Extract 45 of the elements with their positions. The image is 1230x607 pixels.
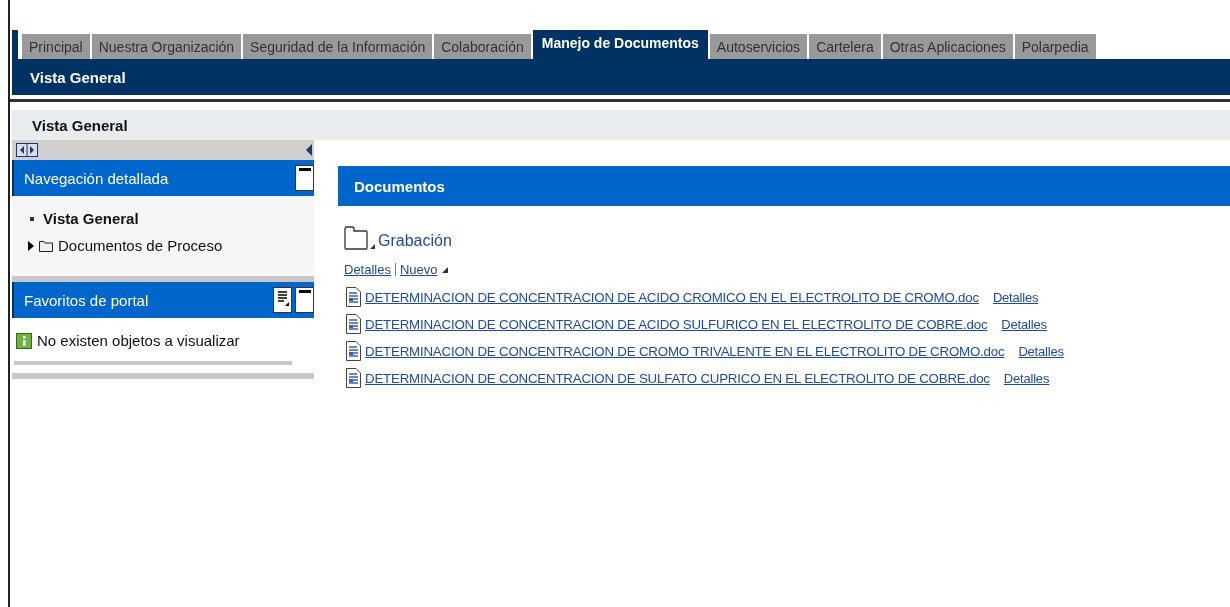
details-link[interactable]: Detalles <box>1018 343 1064 359</box>
nav-tab[interactable]: Polarpedia <box>1014 34 1096 59</box>
document-link[interactable]: DETERMINACION DE CONCENTRACION DE ACIDO SULFURICO EN EL ELECTROLITO DE COBRE.doc <box>365 316 988 332</box>
caret-icon <box>441 266 448 273</box>
expand-collapse-icon <box>16 143 38 157</box>
list-button[interactable] <box>273 287 292 313</box>
page-title: Vista General <box>12 110 1230 140</box>
collapse-arrow-icon <box>306 143 312 157</box>
empty-message: No existen objetos a visualizar <box>37 332 240 349</box>
folder-icon <box>39 239 53 252</box>
minimize-button[interactable] <box>295 287 314 313</box>
document-icon <box>346 368 361 388</box>
folder-icon <box>344 226 376 250</box>
details-link[interactable]: Detalles <box>1001 316 1047 332</box>
list-icon <box>276 288 289 306</box>
nav-tab[interactable]: Colaboración <box>434 34 531 59</box>
nav-tab[interactable]: Autoservicios <box>709 34 808 59</box>
caret-right-icon <box>28 240 34 251</box>
nav-item[interactable]: Vista General <box>28 210 314 227</box>
folder-name: Grabación <box>378 232 452 250</box>
document-link[interactable]: DETERMINACION DE CONCENTRACION DE SULFATO CUPRICO EN EL ELECTROLITO DE COBRE.doc <box>365 370 990 386</box>
minimize-icon <box>298 288 311 294</box>
panel-title: Navegación detallada <box>24 169 169 187</box>
details-link[interactable]: Detalles <box>992 289 1039 305</box>
nav-item[interactable]: Documentos de Proceso <box>28 237 314 254</box>
document-link[interactable]: DETERMINACION DE CONCENTRACION DE ACIDO CROMICO EN EL ELECTROLITO DE CROMO.doc <box>365 289 979 305</box>
nav-tab[interactable]: Seguridad de la Información <box>243 34 433 59</box>
minimize-icon <box>298 166 311 172</box>
nav-tab[interactable]: Principal <box>22 34 90 59</box>
document-icon <box>346 287 361 307</box>
details-link[interactable]: Detalles <box>1003 370 1050 386</box>
panel-title: Favoritos de portal <box>24 291 149 309</box>
nav-tab[interactable]: Cartelera <box>809 34 881 59</box>
document-link[interactable]: DETERMINACION DE CONCENTRACION DE CROMO TRIVALENTE EN EL ELECTROLITO DE CROMO.doc <box>365 343 1005 359</box>
nav-tab[interactable]: Manejo de Documentos <box>532 30 708 59</box>
panel-header: Documentos <box>338 166 1230 206</box>
document-icon <box>346 314 361 334</box>
nav-tab[interactable]: Otras Aplicaciones <box>882 34 1013 59</box>
nav-tab[interactable]: Nuestra Organización <box>91 34 242 59</box>
sub-navigation-item[interactable]: Vista General <box>30 68 126 86</box>
document-icon <box>346 341 361 361</box>
action-link[interactable]: Nuevo <box>399 262 438 277</box>
action-link[interactable]: Detalles <box>344 262 391 277</box>
info-icon <box>16 332 32 349</box>
minimize-button[interactable] <box>295 165 314 191</box>
